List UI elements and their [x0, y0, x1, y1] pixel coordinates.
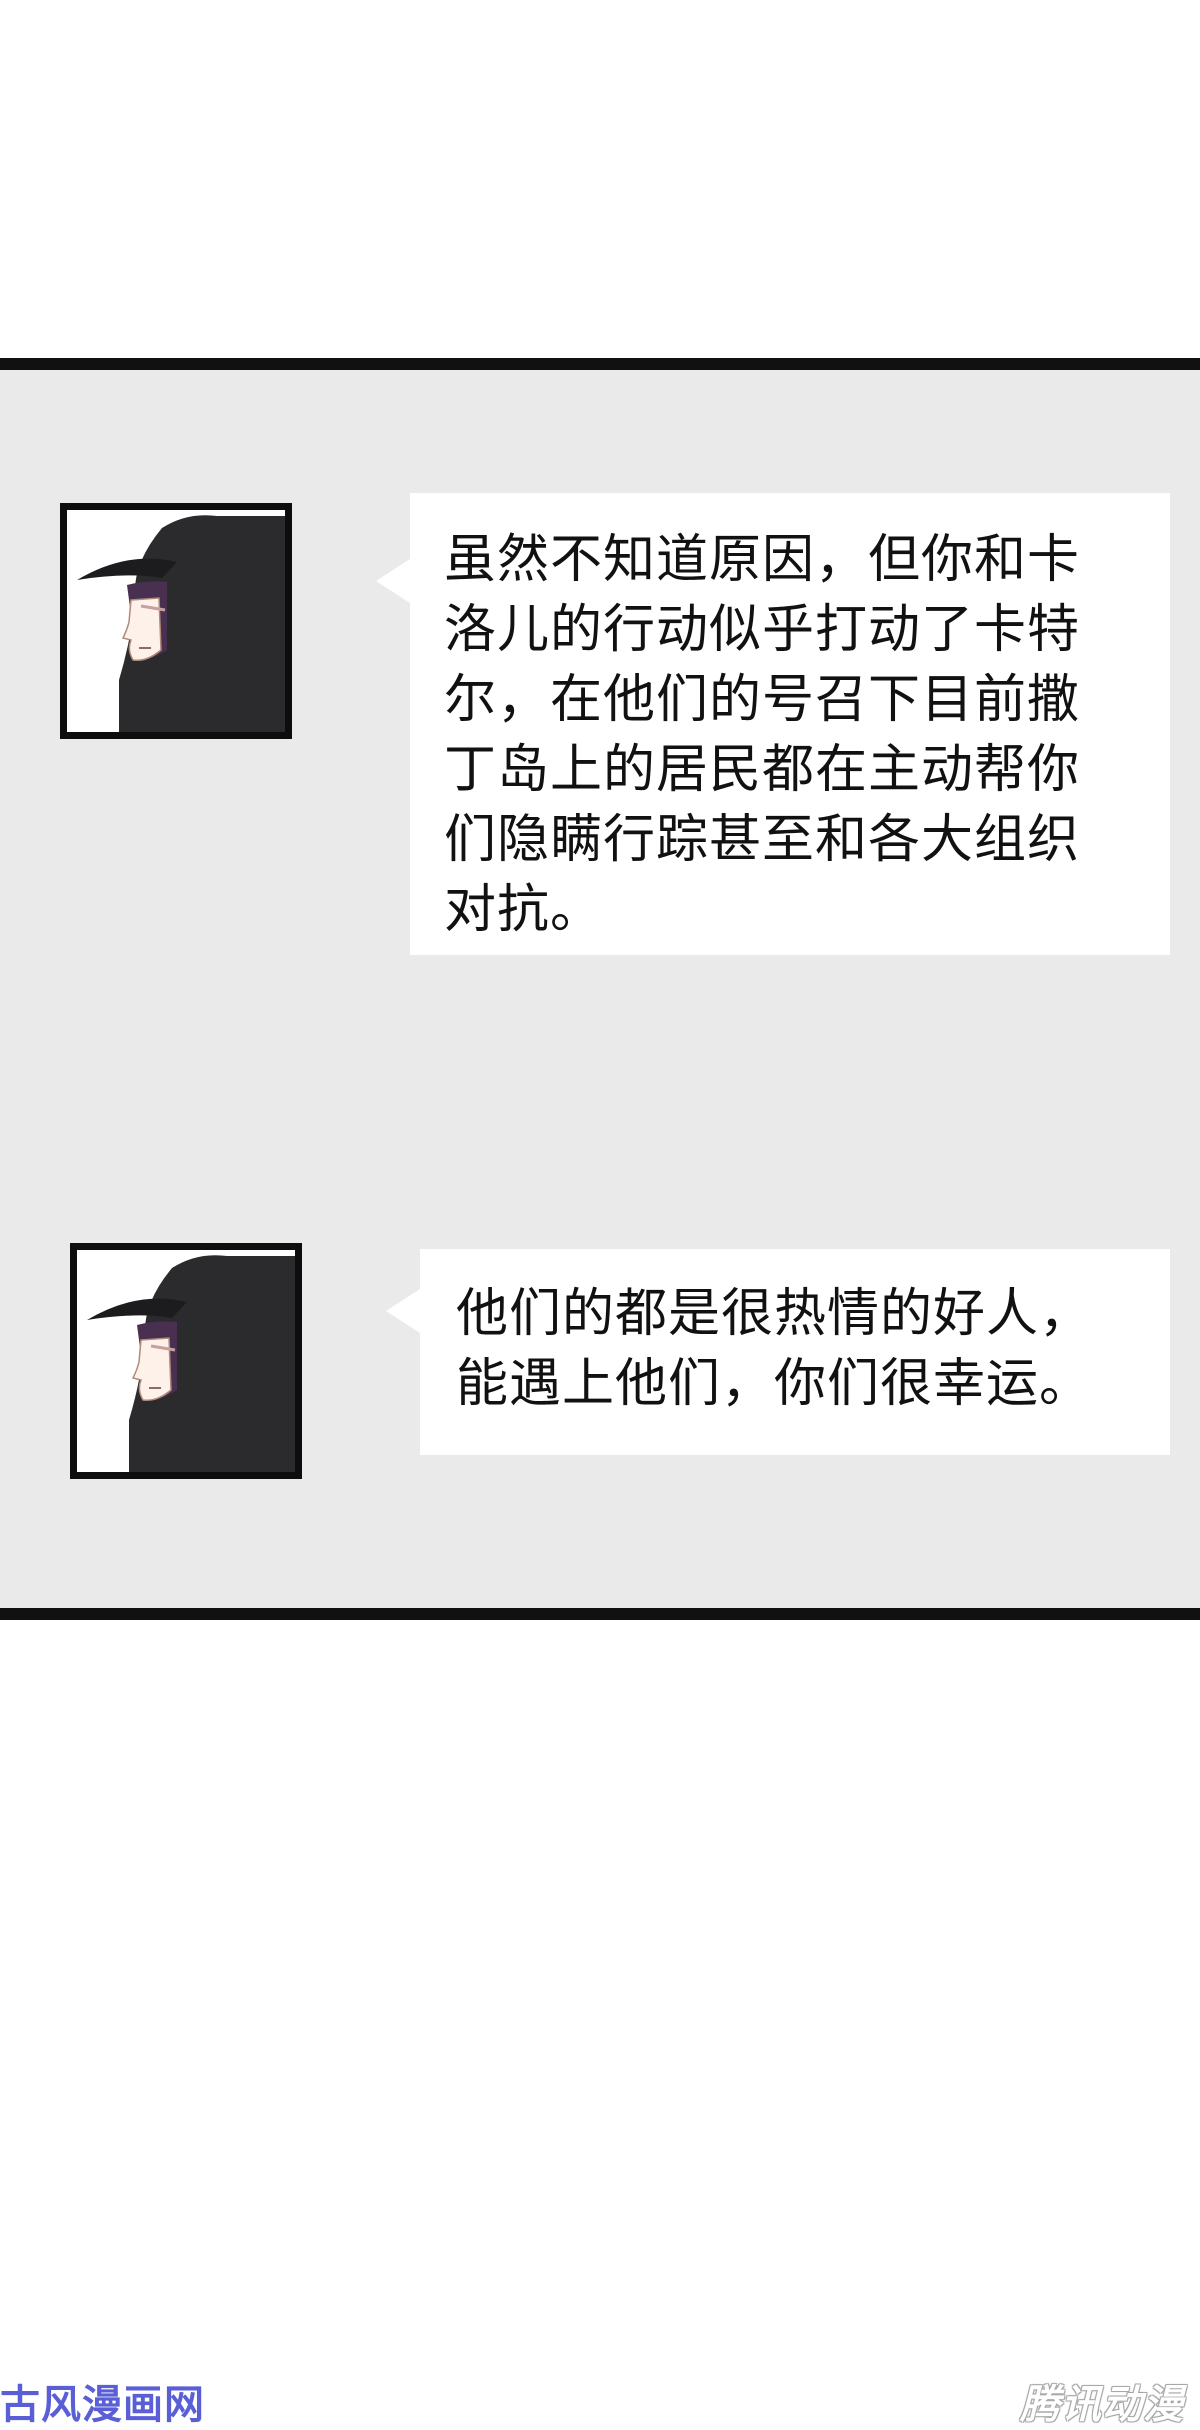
dialogue-line: 丁岛上的居民都在主动帮你: [444, 740, 1081, 800]
speaker-portrait-1: [60, 503, 292, 739]
hooded-character-icon: [77, 1250, 295, 1472]
dialogue-line: 虽然不知道原因，但你和卡: [444, 530, 1081, 590]
dialogue-line: 尔，在他们的号召下目前撒: [444, 670, 1081, 730]
speech-bubble-1: 虽然不知道原因，但你和卡 洛儿的行动似乎打动了卡特 尔，在他们的号召下目前撒 丁…: [376, 493, 1170, 955]
dialogue-line: 对抗。: [444, 880, 604, 940]
site-watermark-right: 腾讯动漫: [1020, 2382, 1184, 2428]
site-watermark-left: 古风漫画网: [0, 2382, 205, 2428]
dialogue-line: 们隐瞒行踪甚至和各大组织: [444, 810, 1081, 870]
dialogue-line: 能遇上他们，你们很幸运。: [456, 1354, 1093, 1414]
dialogue-line: 洛儿的行动似乎打动了卡特: [444, 600, 1081, 660]
speaker-portrait-2: [70, 1243, 302, 1479]
hooded-character-icon: [67, 510, 285, 732]
speech-bubble-2: 他们的都是很热情的好人， 能遇上他们，你们很幸运。: [386, 1249, 1170, 1455]
dialogue-line: 他们的都是很热情的好人，: [456, 1284, 1093, 1344]
